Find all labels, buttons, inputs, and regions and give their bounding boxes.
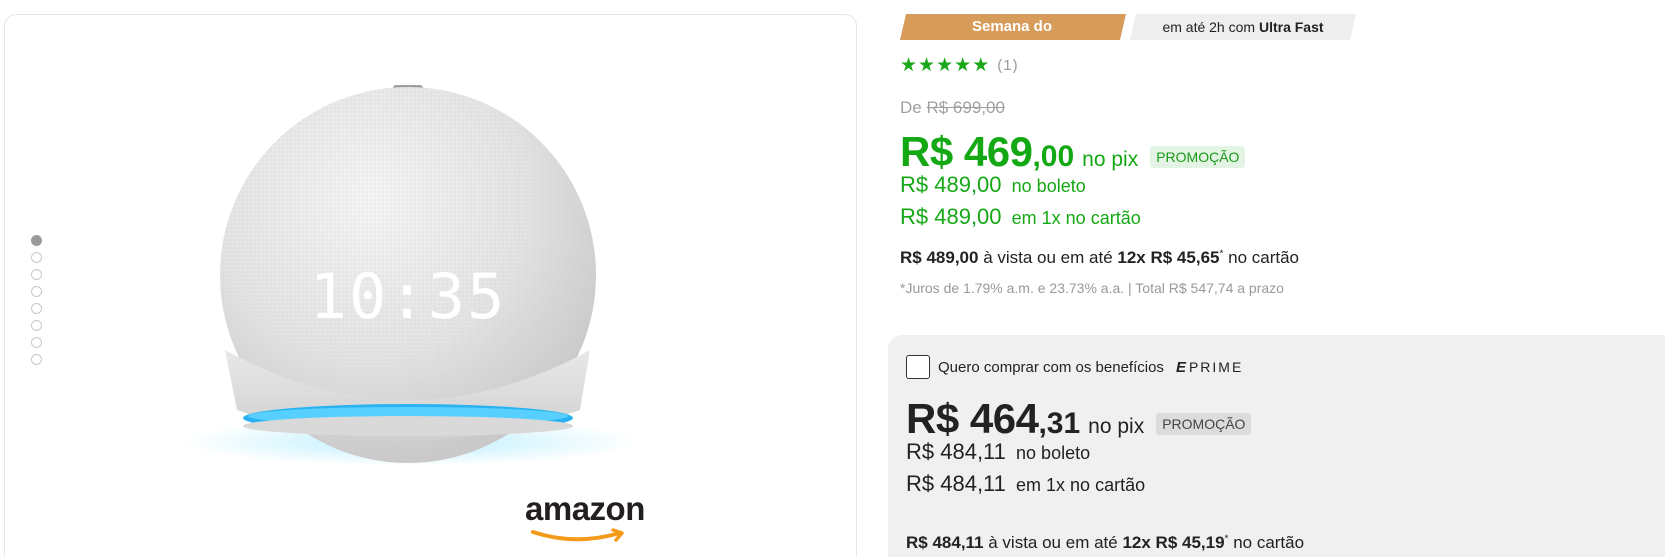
brand-logo: amazon [525,490,645,550]
gallery-dot[interactable] [31,286,42,297]
badges-row: Semana do Consumidor em até 2h com Ultra… [900,14,1356,40]
gallery-dot[interactable] [31,235,42,246]
prime-logo-icon: E [1175,358,1186,376]
delivery-prefix: em até 2h com [1162,19,1256,35]
gallery-dot[interactable] [31,337,42,348]
gallery-dots [31,235,42,365]
prime-option[interactable]: Quero comprar com os benefícios E PRIME [906,355,1243,379]
star-icon: ★ [918,55,936,76]
delivery-service: Ultra Fast [1258,19,1324,35]
promo-tag: PROMOÇÃO [1150,146,1246,168]
star-icon: ★ [936,55,954,76]
gallery-dot[interactable] [31,269,42,280]
installment-info: R$ 489,00 à vista ou em até 12x R$ 45,65… [900,248,1300,267]
prime-logo: E PRIME [1175,358,1244,376]
product-image[interactable]: 10:35 [185,70,665,490]
star-icon: ★ [954,55,972,76]
delivery-badge: em até 2h com Ultra Fast [1130,14,1356,40]
clock-display: 10:35 [310,260,507,333]
amazon-smile-icon [531,528,624,542]
rating-stars: ★ ★ ★ ★ ★ [900,56,989,75]
gallery-dot[interactable] [31,320,42,331]
star-icon: ★ [972,55,990,76]
gallery-dot[interactable] [31,303,42,314]
prime-card-price: R$ 484,11 em 1x no cartão [906,471,1146,496]
prime-panel: Quero comprar com os benefícios E PRIME … [888,335,1665,557]
promo-badge[interactable]: Semana do Consumidor [900,14,1126,40]
boleto-price: R$ 489,00 no boleto [900,172,1086,197]
old-price: De R$ 699,00 [900,98,1005,117]
pix-price: R$ 469 ,00 no pix PROMOÇÃO [900,128,1246,176]
prime-checkbox[interactable] [906,355,930,379]
star-icon: ★ [900,55,918,76]
prime-promo-tag: PROMOÇÃO [1156,413,1252,435]
prime-checkbox-label[interactable]: Quero comprar com os benefícios [938,359,1164,376]
prime-pix-price: R$ 464 ,31 no pix PROMOÇÃO [906,395,1252,443]
prime-boleto-price: R$ 484,11 no boleto [906,439,1091,464]
gallery-dot[interactable] [31,354,42,365]
gallery-dot[interactable] [31,252,42,263]
prime-installment-info: R$ 484,11 à vista ou em até 12x R$ 45,19… [906,533,1305,552]
product-gallery: 10:35 amazon [4,14,857,557]
interest-note: *Juros de 1.79% a.m. e 23.73% a.a. | Tot… [900,280,1284,296]
card-price: R$ 489,00 em 1x no cartão [900,204,1141,229]
rating-count: (1) [997,57,1019,74]
rating[interactable]: ★ ★ ★ ★ ★ (1) [900,56,1019,75]
